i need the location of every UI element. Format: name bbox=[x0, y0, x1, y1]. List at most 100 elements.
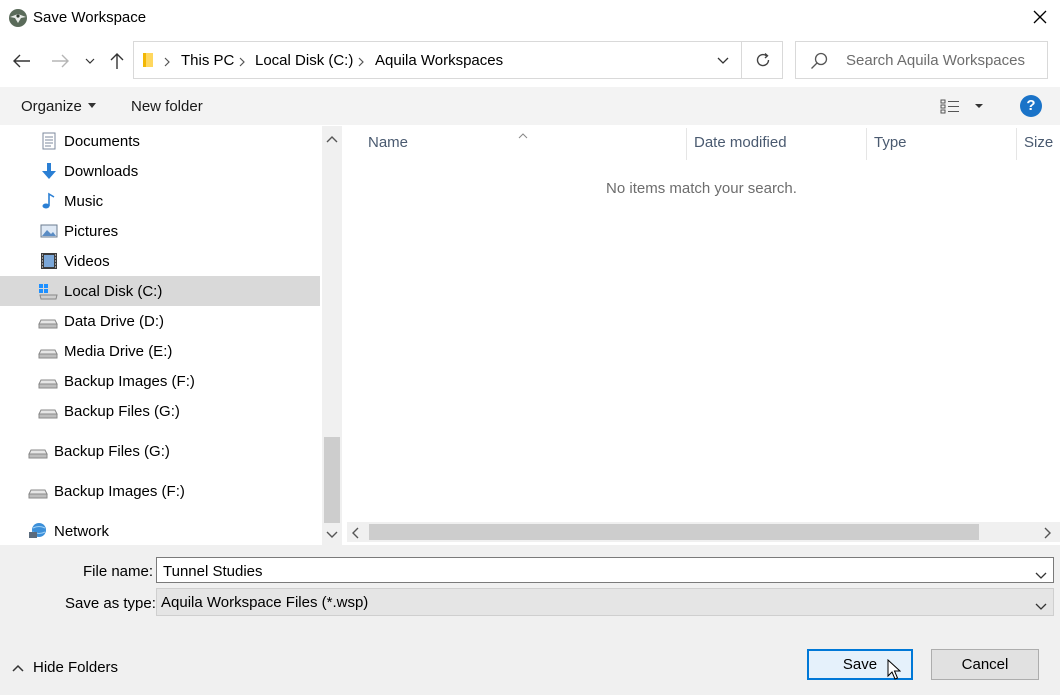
drive-icon bbox=[38, 312, 58, 330]
network-icon bbox=[28, 522, 46, 540]
scroll-up-icon[interactable] bbox=[326, 130, 338, 147]
organize-button[interactable]: Organize bbox=[21, 98, 96, 115]
window-title: Save Workspace bbox=[33, 9, 147, 26]
help-button[interactable]: ? bbox=[1020, 95, 1042, 117]
scrollbar-thumb[interactable] bbox=[369, 524, 979, 540]
details-view-icon bbox=[940, 99, 959, 114]
sidebar-item-label: Videos bbox=[64, 253, 110, 270]
refresh-button[interactable] bbox=[741, 42, 783, 78]
chevron-up-icon bbox=[12, 664, 24, 672]
change-view-button[interactable] bbox=[940, 95, 988, 117]
sidebar-item-label: Music bbox=[64, 193, 104, 210]
sidebar-item-music[interactable]: Music bbox=[0, 186, 320, 216]
mouse-cursor-icon bbox=[887, 658, 902, 685]
file-name-combobox[interactable] bbox=[156, 557, 1054, 583]
chevron-down-icon bbox=[85, 58, 95, 64]
sidebar-item-backup-files-g[interactable]: Backup Files (G:) bbox=[0, 396, 320, 426]
sidebar-item-data-drive-d[interactable]: Data Drive (D:) bbox=[0, 306, 320, 336]
save-as-type-value: Aquila Workspace Files (*.wsp) bbox=[161, 594, 369, 611]
sidebar-item-local-disk-c[interactable]: Local Disk (C:) bbox=[0, 276, 320, 306]
sidebar-item-pictures[interactable]: Pictures bbox=[0, 216, 320, 246]
sidebar-item-media-drive-e[interactable]: Media Drive (E:) bbox=[0, 336, 320, 366]
command-toolbar: Organize New folder ? bbox=[0, 87, 1060, 125]
column-divider[interactable] bbox=[866, 128, 867, 160]
sidebar-item-network[interactable]: Network bbox=[0, 516, 320, 545]
new-folder-button[interactable]: New folder bbox=[131, 98, 203, 115]
aquila-eagle-icon bbox=[8, 8, 28, 28]
search-icon bbox=[810, 52, 828, 74]
pictures-icon bbox=[40, 222, 58, 240]
save-as-type-label: Save as type: bbox=[65, 595, 156, 612]
empty-results-message: No items match your search. bbox=[606, 180, 797, 197]
organize-label: Organize bbox=[21, 98, 82, 115]
up-button[interactable] bbox=[105, 49, 129, 73]
cancel-button[interactable]: Cancel bbox=[931, 649, 1039, 680]
column-divider[interactable] bbox=[686, 128, 687, 160]
scrollbar-thumb[interactable] bbox=[324, 437, 340, 523]
close-button[interactable] bbox=[1020, 0, 1060, 34]
scroll-right-icon[interactable] bbox=[1044, 526, 1052, 543]
column-header-type[interactable]: Type bbox=[874, 134, 907, 151]
breadcrumb-this-pc[interactable]: This PC bbox=[181, 52, 234, 69]
drive-icon bbox=[38, 372, 58, 390]
sidebar-item-label: Local Disk (C:) bbox=[64, 283, 163, 300]
breadcrumb-aquila-workspaces[interactable]: Aquila Workspaces bbox=[375, 52, 503, 69]
search-box[interactable] bbox=[795, 41, 1048, 79]
refresh-icon bbox=[756, 52, 769, 67]
music-icon bbox=[40, 192, 58, 210]
sidebar-item-backup-images-f-network[interactable]: Backup Images (F:) bbox=[0, 476, 320, 506]
chevron-down-icon[interactable] bbox=[1035, 597, 1047, 614]
documents-icon bbox=[40, 132, 58, 150]
column-divider[interactable] bbox=[1016, 128, 1017, 160]
sidebar-item-documents[interactable]: Documents bbox=[0, 126, 320, 156]
drive-icon bbox=[28, 482, 48, 500]
address-bar[interactable]: This PC Local Disk (C:) Aquila Workspace… bbox=[133, 41, 783, 79]
back-button[interactable] bbox=[10, 49, 34, 73]
downloads-icon bbox=[40, 162, 58, 180]
sidebar-item-label: Data Drive (D:) bbox=[64, 313, 165, 330]
sidebar-item-label: Backup Files (G:) bbox=[64, 403, 180, 420]
navigation-scrollbar[interactable] bbox=[322, 126, 342, 545]
chevron-right-icon bbox=[164, 54, 170, 71]
caret-down-icon bbox=[87, 103, 96, 108]
navigation-row: This PC Local Disk (C:) Aquila Workspace… bbox=[0, 36, 1060, 86]
drive-icon bbox=[38, 342, 58, 360]
title-bar: Save Workspace bbox=[0, 0, 1060, 36]
sort-ascending-icon bbox=[518, 126, 528, 143]
arrow-right-icon bbox=[52, 54, 69, 68]
sidebar-item-label: Backup Images (F:) bbox=[64, 373, 195, 390]
search-input[interactable] bbox=[846, 50, 1041, 70]
file-name-input[interactable] bbox=[163, 561, 1023, 581]
close-icon bbox=[1033, 10, 1047, 24]
save-as-type-select[interactable]: Aquila Workspace Files (*.wsp) bbox=[156, 588, 1054, 616]
file-name-label: File name: bbox=[83, 563, 154, 580]
sidebar-item-label: Pictures bbox=[64, 223, 119, 240]
sidebar-item-backup-images-f[interactable]: Backup Images (F:) bbox=[0, 366, 320, 396]
scroll-left-icon[interactable] bbox=[351, 526, 359, 543]
address-history-button[interactable] bbox=[704, 42, 742, 78]
column-header-name[interactable]: Name bbox=[368, 134, 408, 151]
recent-locations-button[interactable] bbox=[80, 49, 100, 73]
drive-icon bbox=[38, 402, 58, 420]
chevron-right-icon bbox=[239, 54, 245, 71]
arrow-up-icon bbox=[110, 53, 124, 69]
scroll-down-icon[interactable] bbox=[326, 526, 338, 543]
sidebar-item-label: Media Drive (E:) bbox=[64, 343, 173, 360]
column-header-size[interactable]: Size bbox=[1024, 134, 1053, 151]
sidebar-item-label: Backup Images (F:) bbox=[54, 483, 185, 500]
file-list-horizontal-scrollbar[interactable] bbox=[347, 522, 1060, 542]
chevron-down-icon[interactable] bbox=[1035, 566, 1047, 583]
sidebar-item-backup-files-g-network[interactable]: Backup Files (G:) bbox=[0, 436, 320, 466]
sidebar-item-label: Network bbox=[54, 523, 110, 540]
file-list-pane: Name Date modified Type Size No items ma… bbox=[343, 126, 1060, 545]
sidebar-item-downloads[interactable]: Downloads bbox=[0, 156, 320, 186]
caret-down-icon bbox=[975, 104, 983, 108]
column-header-date-modified[interactable]: Date modified bbox=[694, 134, 787, 151]
sidebar-item-videos[interactable]: Videos bbox=[0, 246, 320, 276]
forward-button[interactable] bbox=[48, 49, 72, 73]
hide-folders-button[interactable]: Hide Folders bbox=[12, 659, 118, 676]
chevron-down-icon bbox=[717, 57, 729, 64]
breadcrumb-local-disk[interactable]: Local Disk (C:) bbox=[255, 52, 353, 69]
save-form-area: File name: Save as type: Aquila Workspac… bbox=[0, 545, 1060, 695]
sidebar-item-label: Documents bbox=[64, 133, 140, 150]
